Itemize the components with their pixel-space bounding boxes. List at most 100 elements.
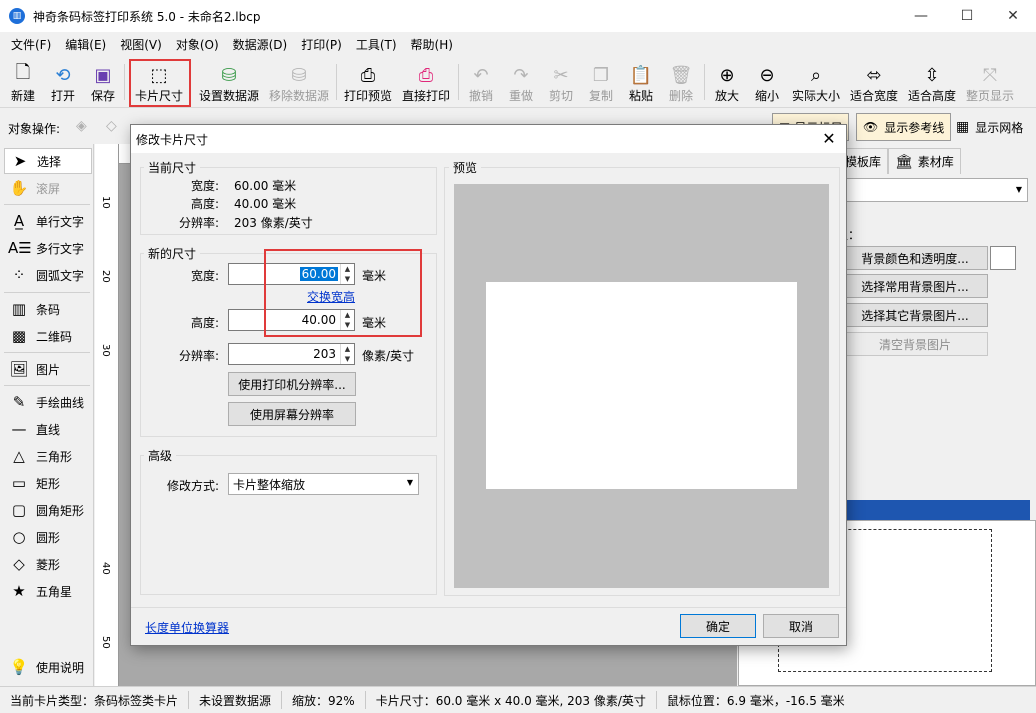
tool-star[interactable]: ★ 五角星 bbox=[4, 578, 92, 604]
tool-diamond[interactable]: ◇ 菱形 bbox=[4, 551, 92, 577]
minimize-button[interactable]: — bbox=[898, 0, 944, 32]
current-size-label: 当前尺寸 bbox=[144, 159, 201, 176]
rectangle-icon: ▭ bbox=[11, 474, 27, 492]
tab-materials[interactable]: 🏛 素材库 bbox=[888, 148, 961, 174]
undo-button[interactable]: ↶ 撤销 bbox=[466, 58, 496, 106]
actual-size-button[interactable]: ⌕ 实际大小 bbox=[790, 58, 842, 106]
fit-height-button[interactable]: ⇳ 适合高度 bbox=[906, 58, 958, 106]
menu-datasource[interactable]: 数据源(D) bbox=[226, 36, 295, 53]
tool-multi-text[interactable]: A☰ 多行文字 bbox=[4, 235, 92, 261]
use-printer-dpi-button[interactable]: 使用打印机分辨率... bbox=[228, 372, 356, 396]
clear-bg-image-button[interactable]: 清空背景图片 bbox=[842, 332, 988, 356]
new-width-label: 宽度: bbox=[190, 269, 219, 283]
tool-circle[interactable]: ○ 圆形 bbox=[4, 524, 92, 550]
delete-button[interactable]: 🗑 删除 bbox=[666, 58, 696, 106]
object-ops-label: 对象操作: bbox=[8, 122, 61, 136]
current-dpi-value: 203 像素/英寸 bbox=[234, 216, 313, 230]
current-width-label: 宽度: bbox=[190, 179, 219, 193]
dpi-spin-arrows[interactable]: ▲ ▼ bbox=[340, 344, 354, 364]
set-datasource-button[interactable]: ⛁ 设置数据源 bbox=[198, 58, 260, 106]
mode-select[interactable]: 卡片整体缩放 ▼ bbox=[228, 473, 419, 495]
current-width-value: 60.00 毫米 bbox=[234, 179, 297, 193]
layer-up-icon[interactable]: ◈ bbox=[76, 118, 87, 134]
menu-file[interactable]: 文件(F) bbox=[4, 36, 58, 53]
dpi-input[interactable]: 203 bbox=[311, 347, 338, 361]
menu-object[interactable]: 对象(O) bbox=[169, 36, 226, 53]
title-bar: ▥ 神奇条码标签打印系统 5.0 - 未命名2.lbcp — ☐ ✕ bbox=[0, 0, 1036, 32]
tool-triangle[interactable]: △ 三角形 bbox=[4, 443, 92, 469]
size-inputs-highlight bbox=[264, 249, 422, 337]
new-button[interactable]: 🗋 新建 bbox=[8, 58, 38, 106]
remove-datasource-button[interactable]: ⛁ 移除数据源 bbox=[268, 58, 330, 106]
arc-text-icon: ⁘ bbox=[12, 266, 26, 284]
bg-color-button[interactable]: 背景颜色和透明度... bbox=[842, 246, 988, 270]
zoom-out-button[interactable]: ⊖ 缩小 bbox=[752, 58, 782, 106]
menu-bar: 文件(F) 编辑(E) 视图(V) 对象(O) 数据源(D) 打印(P) 工具(… bbox=[0, 32, 1036, 56]
fit-width-icon: ⬄ bbox=[866, 64, 882, 86]
tool-scroll[interactable]: ✋ 滚屏 bbox=[4, 175, 92, 201]
menu-view[interactable]: 视图(V) bbox=[113, 36, 169, 53]
window-title: 神奇条码标签打印系统 5.0 - 未命名2.lbcp bbox=[33, 9, 261, 24]
status-mouse-pos: 鼠标位置：6.9 毫米，-16.5 毫米 bbox=[666, 693, 845, 708]
tool-single-text[interactable]: A̲ 单行文字 bbox=[4, 208, 92, 234]
diamond-icon: ◇ bbox=[13, 555, 25, 573]
tool-round-rect[interactable]: ▢ 圆角矩形 bbox=[4, 497, 92, 523]
unit-converter-link[interactable]: 长度单位换算器 bbox=[145, 619, 229, 636]
show-guides-toggle[interactable]: 👁 显示参考线 bbox=[856, 113, 952, 141]
zoom-in-button[interactable]: ⊕ 放大 bbox=[712, 58, 742, 106]
mode-label: 修改方式: bbox=[166, 479, 219, 493]
dpi-stepper[interactable]: 203 ▲ ▼ bbox=[228, 343, 355, 365]
line-icon: — bbox=[11, 420, 27, 438]
tool-barcode[interactable]: ▥ 条码 bbox=[4, 296, 92, 322]
menu-tools[interactable]: 工具(T) bbox=[349, 36, 404, 53]
bg-color-swatch[interactable] bbox=[990, 246, 1016, 270]
open-button[interactable]: ⟲ 打开 bbox=[48, 58, 78, 106]
redo-icon: ↷ bbox=[513, 64, 529, 86]
tool-rectangle[interactable]: ▭ 矩形 bbox=[4, 470, 92, 496]
zoom-in-icon: ⊕ bbox=[719, 64, 735, 86]
use-screen-dpi-button[interactable]: 使用屏幕分辨率 bbox=[228, 402, 356, 426]
menu-print[interactable]: 打印(P) bbox=[294, 36, 349, 53]
pen-icon: ✎ bbox=[12, 393, 26, 411]
printer-icon: ⎙ bbox=[418, 64, 434, 86]
menu-edit[interactable]: 编辑(E) bbox=[58, 36, 113, 53]
direct-print-button[interactable]: ⎙ 直接打印 bbox=[401, 58, 451, 106]
star-icon: ★ bbox=[12, 582, 26, 600]
paste-button[interactable]: 📋 粘贴 bbox=[626, 58, 656, 106]
tool-line[interactable]: — 直线 bbox=[4, 416, 92, 442]
redo-button[interactable]: ↷ 重做 bbox=[506, 58, 536, 106]
ok-button[interactable]: 确定 bbox=[680, 614, 756, 638]
copy-button[interactable]: ❐ 复制 bbox=[586, 58, 616, 106]
database-remove-icon: ⛁ bbox=[291, 64, 307, 86]
maximize-button[interactable]: ☐ bbox=[944, 0, 990, 32]
layer-down-icon[interactable]: ◇ bbox=[106, 118, 117, 134]
save-button[interactable]: ▣ 保存 bbox=[88, 58, 118, 106]
menu-help[interactable]: 帮助(H) bbox=[404, 36, 460, 53]
dialog-close-icon[interactable]: ✕ bbox=[818, 129, 840, 149]
copy-icon: ❐ bbox=[592, 64, 610, 86]
fit-height-icon: ⇳ bbox=[924, 64, 940, 86]
tool-qrcode[interactable]: ▩ 二维码 bbox=[4, 323, 92, 349]
template-select[interactable]: ▼ bbox=[838, 178, 1028, 202]
cut-button[interactable]: ✂ 剪切 bbox=[546, 58, 576, 106]
print-preview-button[interactable]: ⎙ 打印预览 bbox=[343, 58, 393, 106]
tool-help[interactable]: 💡 使用说明 bbox=[4, 654, 92, 680]
rounded-rect-icon: ▢ bbox=[11, 501, 27, 519]
selected-strip bbox=[836, 500, 1030, 520]
chevron-down-icon: ▼ bbox=[406, 478, 413, 487]
tool-arc-text[interactable]: ⁘ 圆弧文字 bbox=[4, 262, 92, 288]
cancel-button[interactable]: 取消 bbox=[763, 614, 839, 638]
common-bg-image-button[interactable]: 选择常用背景图片... bbox=[842, 274, 988, 298]
circle-icon: ○ bbox=[12, 528, 26, 546]
other-bg-image-button[interactable]: 选择其它背景图片... bbox=[842, 303, 988, 327]
tool-freehand[interactable]: ✎ 手绘曲线 bbox=[4, 389, 92, 415]
print-preview-icon: ⎙ bbox=[360, 64, 376, 86]
museum-icon: 🏛 bbox=[895, 153, 913, 170]
close-window-button[interactable]: ✕ bbox=[990, 0, 1036, 32]
save-disk-icon: ▣ bbox=[94, 64, 112, 86]
tool-select[interactable]: ➤ 选择 bbox=[4, 148, 92, 174]
fit-width-button[interactable]: ⬄ 适合宽度 bbox=[848, 58, 900, 106]
tool-image[interactable]: 🖼 图片 bbox=[4, 356, 92, 382]
show-grid-toggle[interactable]: ▦ 显示网格 bbox=[952, 113, 1027, 141]
fit-page-button[interactable]: ⤧ 整页显示 bbox=[964, 58, 1016, 106]
